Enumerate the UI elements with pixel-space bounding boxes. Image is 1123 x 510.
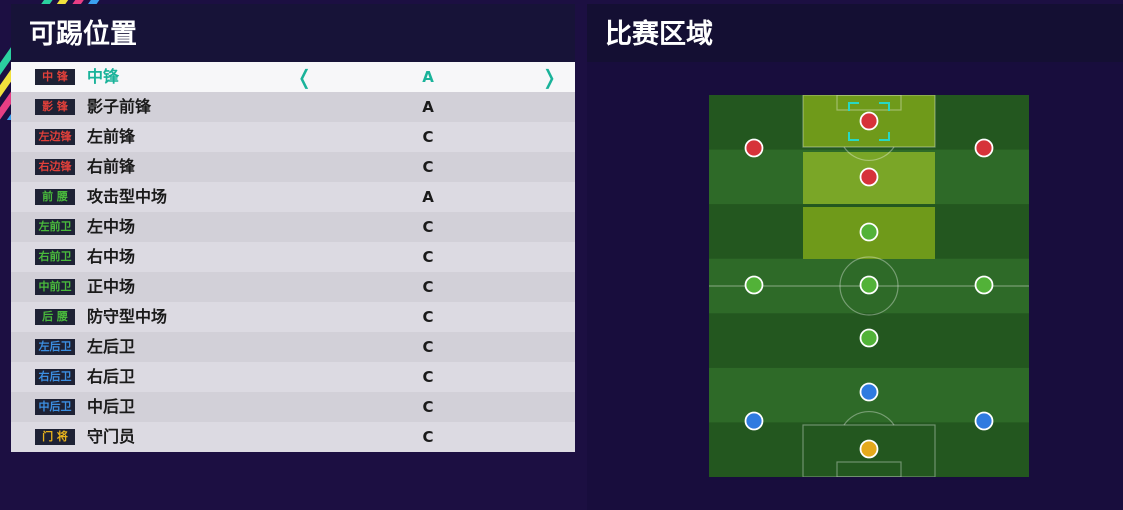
position-row[interactable]: 影 锋影子前锋 A	[11, 92, 575, 122]
position-badge: 左前卫	[35, 219, 75, 235]
position-badge: 中前卫	[35, 279, 75, 295]
position-marker-second-striker	[859, 167, 879, 187]
position-badge: 右前卫	[35, 249, 75, 265]
position-row[interactable]: 前 腰攻击型中场 A	[11, 182, 575, 212]
position-marker-center-back	[859, 382, 879, 402]
position-marker-left-wing	[744, 138, 764, 158]
position-badge: 中 锋	[35, 69, 75, 85]
position-row[interactable]: 门 将守门员 C	[11, 422, 575, 452]
position-row[interactable]: 左前卫 左中场 C	[11, 212, 575, 242]
position-badge: 左后卫	[35, 339, 75, 355]
position-badge: 左边锋	[35, 129, 75, 145]
position-grade: C	[422, 278, 434, 296]
position-row[interactable]: 右后卫 右后卫 C	[11, 362, 575, 392]
position-badge: 右后卫	[35, 369, 75, 385]
position-grade: C	[422, 128, 434, 146]
position-name: 右中场	[87, 247, 136, 266]
position-grade: C	[422, 368, 434, 386]
position-badge: 门 将	[35, 429, 75, 445]
playable-positions-title: 可踢位置	[11, 4, 575, 62]
position-name: 守门员	[87, 427, 136, 446]
pitch-svg	[709, 95, 1029, 477]
position-badge: 影 锋	[35, 99, 75, 115]
position-badge: 右边锋	[35, 159, 75, 175]
position-badge: 中后卫	[35, 399, 75, 415]
position-grade: C	[422, 308, 434, 326]
match-area-panel: 比赛区域	[587, 4, 1123, 510]
position-row[interactable]: 左边锋 左前锋 C	[11, 122, 575, 152]
position-list: 中 锋中锋 A ❬ ❭ 影 锋影子前锋 A 左边锋 左前锋 C 右边锋 右前锋 C 前 腰攻击型中场 A 左…	[11, 62, 575, 452]
position-badge: 后 腰	[35, 309, 75, 325]
position-row[interactable]: 右边锋 右前锋 C	[11, 152, 575, 182]
position-marker-center-forward	[859, 111, 879, 131]
position-row[interactable]: 右前卫 右中场 C	[11, 242, 575, 272]
position-grade: C	[422, 398, 434, 416]
position-name: 右前锋	[87, 157, 136, 176]
position-name: 左前锋	[87, 127, 136, 146]
pitch-map	[709, 95, 1029, 477]
position-row[interactable]: 中 锋中锋 A ❬ ❭	[11, 62, 575, 92]
position-marker-goalkeeper	[859, 439, 879, 459]
position-row[interactable]: 后 腰防守型中场 C	[11, 302, 575, 332]
position-grade: A	[422, 68, 434, 86]
previous-grade-arrow-icon[interactable]: ❬	[296, 62, 313, 92]
position-grade: C	[422, 338, 434, 356]
position-name: 正中场	[87, 277, 136, 296]
position-marker-right-midfield	[974, 275, 994, 295]
position-grade: C	[422, 248, 434, 266]
position-grade: C	[422, 158, 434, 176]
position-name: 影子前锋	[87, 97, 152, 116]
position-grade: A	[422, 188, 434, 206]
position-name: 左后卫	[87, 337, 136, 356]
position-marker-left-midfield	[744, 275, 764, 295]
position-name: 防守型中场	[87, 307, 168, 326]
position-row[interactable]: 中前卫 正中场 C	[11, 272, 575, 302]
position-grade: A	[422, 98, 434, 116]
position-grade: C	[422, 218, 434, 236]
position-marker-right-back	[974, 411, 994, 431]
position-marker-defensive-midfield	[859, 328, 879, 348]
position-row[interactable]: 中后卫 中后卫 C	[11, 392, 575, 422]
position-name: 攻击型中场	[87, 187, 168, 206]
position-row[interactable]: 左后卫 左后卫 C	[11, 332, 575, 362]
position-badge: 前 腰	[35, 189, 75, 205]
position-name: 左中场	[87, 217, 136, 236]
match-area-title: 比赛区域	[587, 4, 1123, 62]
position-marker-attacking-midfield	[859, 222, 879, 242]
position-grade: C	[422, 428, 434, 446]
position-name: 中锋	[87, 67, 120, 86]
playable-positions-panel: 可踢位置 中 锋中锋 A ❬ ❭ 影 锋影子前锋 A 左边锋 左前锋 C 右边锋 右前锋 C 前 腰攻击…	[11, 4, 575, 452]
position-marker-left-back	[744, 411, 764, 431]
position-marker-center-midfield	[859, 275, 879, 295]
position-marker-right-wing	[974, 138, 994, 158]
position-name: 中后卫	[87, 397, 136, 416]
next-grade-arrow-icon[interactable]: ❭	[541, 62, 558, 92]
position-name: 右后卫	[87, 367, 136, 386]
